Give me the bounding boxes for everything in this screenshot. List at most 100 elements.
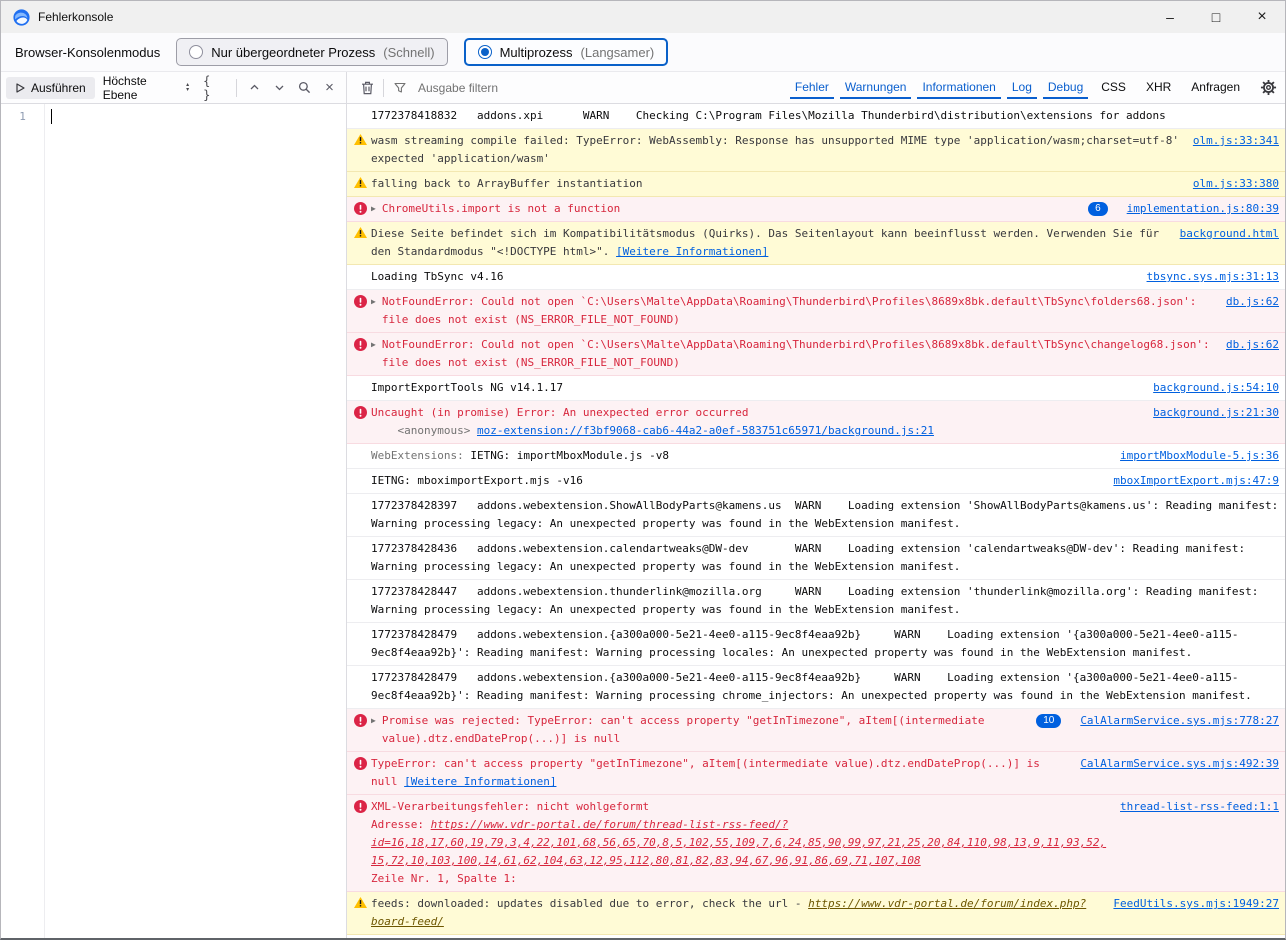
repeat-count-badge: 6	[1088, 202, 1108, 216]
separator	[383, 79, 384, 97]
filter-xhr[interactable]: XHR	[1141, 76, 1176, 99]
message-segment: ChromeUtils.import is not a function	[382, 202, 620, 215]
message-text: Diese Seite befindet sich im Kompatibili…	[371, 225, 1170, 261]
expand-arrow-icon[interactable]: ▶	[371, 712, 376, 730]
filter-debug[interactable]: Debug	[1043, 76, 1088, 99]
source-location-link[interactable]: mboxImportExport.mjs:47:9	[1113, 472, 1279, 490]
message-text: ChromeUtils.import is not a function	[382, 200, 1080, 218]
console-row-6: ▶NotFoundError: Could not open `C:\Users…	[347, 290, 1285, 333]
editor-toolbar: Ausführen Höchste Ebene ▴▾ { } ×	[1, 72, 347, 103]
output-toolbar: Ausgabe filtern Fehler Warnungen Informa…	[347, 72, 1285, 103]
run-label: Ausführen	[31, 81, 86, 95]
console-row-9: Uncaught (in promise) Error: An unexpect…	[347, 401, 1285, 444]
source-location-link[interactable]: db.js:62	[1226, 293, 1279, 311]
console-row-1: wasm streaming compile failed: TypeError…	[347, 129, 1285, 172]
message-segment: 1772378418832 addons.xpi WARN Checking C…	[371, 109, 1166, 122]
maximize-button[interactable]: □	[1193, 1, 1239, 33]
message-text: NotFoundError: Could not open `C:\Users\…	[382, 336, 1216, 372]
message-text: ImportExportTools NG v14.1.17	[371, 379, 1143, 397]
search-icon[interactable]	[293, 76, 316, 100]
message-segment: NotFoundError: Could not open `C:\Users\…	[382, 338, 1216, 369]
console-mode-bar: Browser-Konsolenmodus Nur übergeordneter…	[1, 33, 1285, 71]
console-row-16: 1772378428479 addons.webextension.{a300a…	[347, 666, 1285, 709]
console-row-11: IETNG: mboximportExport.mjs -v16mboxImpo…	[347, 469, 1285, 494]
filter-errors[interactable]: Fehler	[790, 76, 834, 99]
message-text: 1772378428436 addons.webextension.calend…	[371, 540, 1279, 576]
expand-arrow-icon[interactable]: ▶	[371, 293, 376, 311]
window-controls: – □ ×	[1147, 1, 1285, 33]
expand-arrow-icon[interactable]: ▶	[371, 200, 376, 218]
console-row-5: Loading TbSync v4.16 tbsync.sys.mjs:31:13	[347, 265, 1285, 290]
message-text: Uncaught (in promise) Error: An unexpect…	[371, 404, 1143, 440]
clear-input-icon[interactable]: ×	[318, 76, 341, 100]
chevron-down-icon[interactable]	[268, 76, 291, 100]
error-icon	[354, 800, 368, 813]
source-location-link[interactable]: olm.js:33:380	[1193, 175, 1279, 193]
message-link[interactable]: https://www.vdr-portal.de/forum/thread-l…	[371, 818, 1106, 867]
evaluation-scope-select[interactable]: Höchste Ebene ▴▾	[97, 70, 195, 106]
source-location-link[interactable]: implementation.js:80:39	[1127, 200, 1279, 218]
filter-requests[interactable]: Anfragen	[1186, 76, 1245, 99]
error-console-window: Fehlerkonsole – □ × Browser-Konsolenmodu…	[0, 0, 1286, 940]
mode-option-label: Nur übergeordneter Prozess	[211, 45, 375, 60]
error-icon	[354, 406, 368, 419]
source-location-link[interactable]: thread-list-rss-feed:1:1	[1120, 798, 1279, 816]
source-location-link[interactable]: CalAlarmService.sys.mjs:492:39	[1080, 755, 1279, 773]
message-segment: falling back to ArrayBuffer instantiatio…	[371, 177, 643, 190]
filter-css[interactable]: CSS	[1096, 76, 1131, 99]
expand-arrow-icon[interactable]: ▶	[371, 336, 376, 354]
filter-log[interactable]: Log	[1007, 76, 1037, 99]
message-segment: 1772378428447 addons.webextension.thunde…	[371, 585, 1265, 616]
mode-option-parent-process[interactable]: Nur übergeordneter Prozess (Schnell)	[176, 38, 447, 66]
console-row-10: WebExtensions: IETNG: importMboxModule.j…	[347, 444, 1285, 469]
filter-info[interactable]: Informationen	[917, 76, 1000, 99]
source-location-link[interactable]: importMboxModule-5.js:36	[1120, 447, 1279, 465]
source-location-link[interactable]: tbsync.sys.mjs:31:13	[1147, 268, 1279, 286]
console-row-14: 1772378428447 addons.webextension.thunde…	[347, 580, 1285, 623]
source-location-link[interactable]: background.js:54:10	[1153, 379, 1279, 397]
message-segment: WebExtensions:	[371, 449, 470, 462]
mode-option-hint: (Schnell)	[383, 45, 434, 60]
source-location-link[interactable]: CalAlarmService.sys.mjs:778:27	[1080, 712, 1279, 730]
source-location-link[interactable]: background.html	[1180, 225, 1279, 243]
message-segment: Loading TbSync v4.16	[371, 270, 503, 283]
mode-option-multiprocess[interactable]: Multiprozess (Langsamer)	[464, 38, 669, 66]
source-location-link[interactable]: olm.js:33:341	[1193, 132, 1279, 150]
message-text: feeds: downloaded: updates disabled due …	[371, 895, 1103, 931]
message-link[interactable]: [Weitere Informationen]	[404, 775, 556, 788]
message-text: Loading TbSync v4.16	[371, 268, 1137, 286]
console-row-7: ▶ NotFoundError: Could not open `C:\Users…	[347, 333, 1285, 376]
message-text: Promise was rejected: TypeError: can't a…	[382, 712, 1028, 748]
pretty-print-button[interactable]: { }	[197, 74, 230, 102]
filter-output-input[interactable]: Ausgabe filtern	[418, 81, 498, 95]
error-icon	[354, 714, 368, 727]
editor-input[interactable]	[45, 104, 346, 938]
message-text: wasm streaming compile failed: TypeError…	[371, 132, 1183, 168]
console-row-20: feeds: downloaded: updates disabled due …	[347, 892, 1285, 935]
console-row-2: falling back to ArrayBuffer instantiatio…	[347, 172, 1285, 197]
run-button[interactable]: Ausführen	[6, 77, 95, 99]
message-text: 1772378428447 addons.webextension.thunde…	[371, 583, 1279, 619]
close-button[interactable]: ×	[1239, 1, 1285, 33]
thunderbird-icon	[13, 9, 30, 26]
message-link[interactable]: moz-extension://f3bf9068-cab6-44a2-a0ef-…	[477, 424, 934, 437]
console-row-18: TypeError: can't access property "getInT…	[347, 752, 1285, 795]
line-number: 1	[19, 110, 26, 123]
error-icon	[354, 202, 368, 215]
chevron-up-icon[interactable]	[243, 76, 266, 100]
settings-gear-icon[interactable]	[1260, 79, 1277, 96]
source-location-link[interactable]: FeedUtils.sys.mjs:1949:27	[1113, 895, 1279, 913]
play-icon	[15, 83, 25, 93]
text-caret	[51, 109, 52, 124]
code-editor-pane[interactable]: 1	[1, 104, 347, 938]
window-title: Fehlerkonsole	[38, 10, 113, 24]
source-location-link[interactable]: background.js:21:30	[1153, 404, 1279, 422]
filter-warnings[interactable]: Warnungen	[840, 76, 912, 99]
source-location-link[interactable]: db.js:62	[1226, 336, 1279, 354]
filter-chips: Fehler Warnungen Informationen Log Debug…	[787, 76, 1250, 99]
message-text: 1772378428479 addons.webextension.{a300a…	[371, 669, 1279, 705]
message-link[interactable]: [Weitere Informationen]	[616, 245, 768, 258]
minimize-button[interactable]: –	[1147, 1, 1193, 33]
trash-icon[interactable]	[355, 76, 379, 100]
message-text: 1772378418832 addons.xpi WARN Checking C…	[371, 107, 1279, 125]
